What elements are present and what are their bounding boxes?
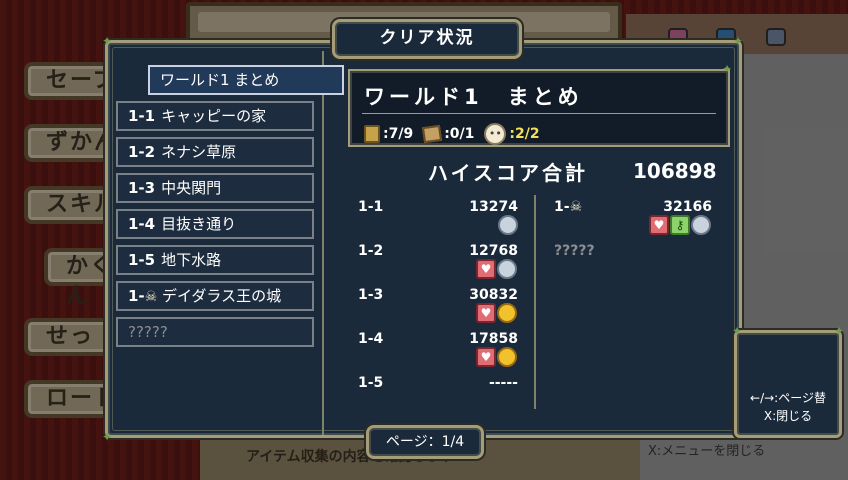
score-value: 30832 [469,287,518,303]
score-icons [498,215,518,235]
npc-stat: •• :2/2 [484,123,540,145]
heart-icon: ♥ [476,347,496,367]
score-value: ----- [488,375,518,391]
summary-title: ワールド1 まとめ [364,85,583,109]
score-column-divider [534,195,536,409]
summary-stats: :7/9 :0/1 •• :2/2 [364,123,540,145]
score-stage-label: 1-3 [358,287,384,303]
stage-number: 1-4 [128,215,156,233]
score-value: 17858 [469,331,518,347]
gold-coin-icon [497,347,517,367]
stage-item-label: ネナシ草原 [161,143,237,161]
leaf-ornament-icon: ✦ [102,430,113,444]
stage-item-label: ワールド1 まとめ [160,71,280,89]
score-stage-number: 1- [554,199,570,215]
stage-number: 1- [128,287,145,305]
score-stage-label: 1-☠ [554,199,594,215]
stage-item-world-summary[interactable]: ワールド1 まとめ [148,65,344,95]
score-stage-label: 1-2 [358,243,384,259]
stage-number: 1-2 [128,143,156,161]
stage-item-1-1[interactable]: 1-1 キャッピーの家 [116,101,314,131]
leaf-ornament-icon: ✦ [731,324,743,338]
silver-coin-icon [691,215,711,235]
leaf-ornament-icon: ✦ [102,34,113,48]
stage-number: 1-5 [128,251,156,269]
stage-item-label: 中央関門 [161,179,222,197]
book-stat: :7/9 [364,125,413,143]
stage-item-1-4[interactable]: 1-4 目抜き通り [116,209,314,239]
score-value: 12768 [469,243,518,259]
skull-icon: ☠ [569,199,583,215]
stage-item-1-5[interactable]: 1-5 地下水路 [116,245,314,275]
controls-help-box: ✦ ✦ ←/→:ページ替 X:閉じる [732,325,844,438]
stage-item-label: デイダラス王の城 [162,287,282,305]
stage-number: 1-1 [128,107,156,125]
score-icons: ♥ ⚷ [649,215,711,235]
skull-icon: ☠ [144,289,158,305]
clear-status-dialog: ✦ ✦ ✦ ✦ クリア状況 ワールド1 まとめ 1-1 キャッピーの家 1-2 ネナ… [102,19,743,459]
map-count: :0/1 [444,126,475,142]
highscore-total-label: ハイスコア合計 [428,161,588,185]
score-stage-label: ????? [554,243,595,259]
stage-item-1-boss[interactable]: 1-☠ デイダラス王の城 [116,281,314,311]
leaf-ornament-icon: ✦ [833,324,845,338]
silver-coin-icon [498,215,518,235]
silver-coin-icon [497,259,517,279]
stage-item-label: 目抜き通り [161,215,237,233]
map-stat: :0/1 [422,124,475,144]
gold-coin-icon [497,303,517,323]
summary-divider [362,113,716,114]
stage-number: 1-3 [128,179,156,197]
score-stage-label: 1-1 [358,199,384,215]
old-man-icon: •• [484,123,507,145]
key-icon: ⚷ [670,215,690,235]
page-indicator: ページ：1/4 [366,425,484,459]
stage-item-1-3[interactable]: 1-3 中央関門 [116,173,314,203]
leaf-ornament-icon: ✦ [722,62,733,76]
stage-list: ワールド1 まとめ 1-1 キャッピーの家 1-2 ネナシ草原 1-3 中央関門 1-… [116,65,344,353]
book-count: :7/9 [383,126,414,142]
highscore-total-value: 106898 [633,159,717,183]
leaf-ornament-icon: ✦ [733,34,744,48]
score-icons: ♥ [476,303,517,323]
score-icons: ♥ [476,259,517,279]
heart-icon: ♥ [476,303,496,323]
column-divider [322,51,324,435]
heart-icon: ♥ [649,215,669,235]
stage-item-label: 地下水路 [161,251,222,269]
score-value: 32166 [663,199,712,215]
help-page-switch: ←/→:ページ替 [750,391,826,405]
score-icons: ♥ [476,347,517,367]
stage-item-label: ????? [128,323,168,341]
world-summary-card: ✦ ワールド1 まとめ :7/9 :0/1 •• :2/2 [348,63,732,147]
help-close: X:閉じる [763,409,813,423]
book-icon [364,125,380,143]
npc-count: :2/2 [509,126,540,142]
stage-item-label: キャッピーの家 [161,107,267,125]
score-stage-label: 1-5 [358,375,384,391]
dialog-title: クリア状況 [332,19,522,59]
score-value: 13274 [469,199,518,215]
stage-item-locked[interactable]: ????? [116,317,314,347]
stage-item-1-2[interactable]: 1-2 ネナシ草原 [116,137,314,167]
map-icon [422,124,443,144]
heart-icon: ♥ [476,259,496,279]
score-stage-label: 1-4 [358,331,384,347]
